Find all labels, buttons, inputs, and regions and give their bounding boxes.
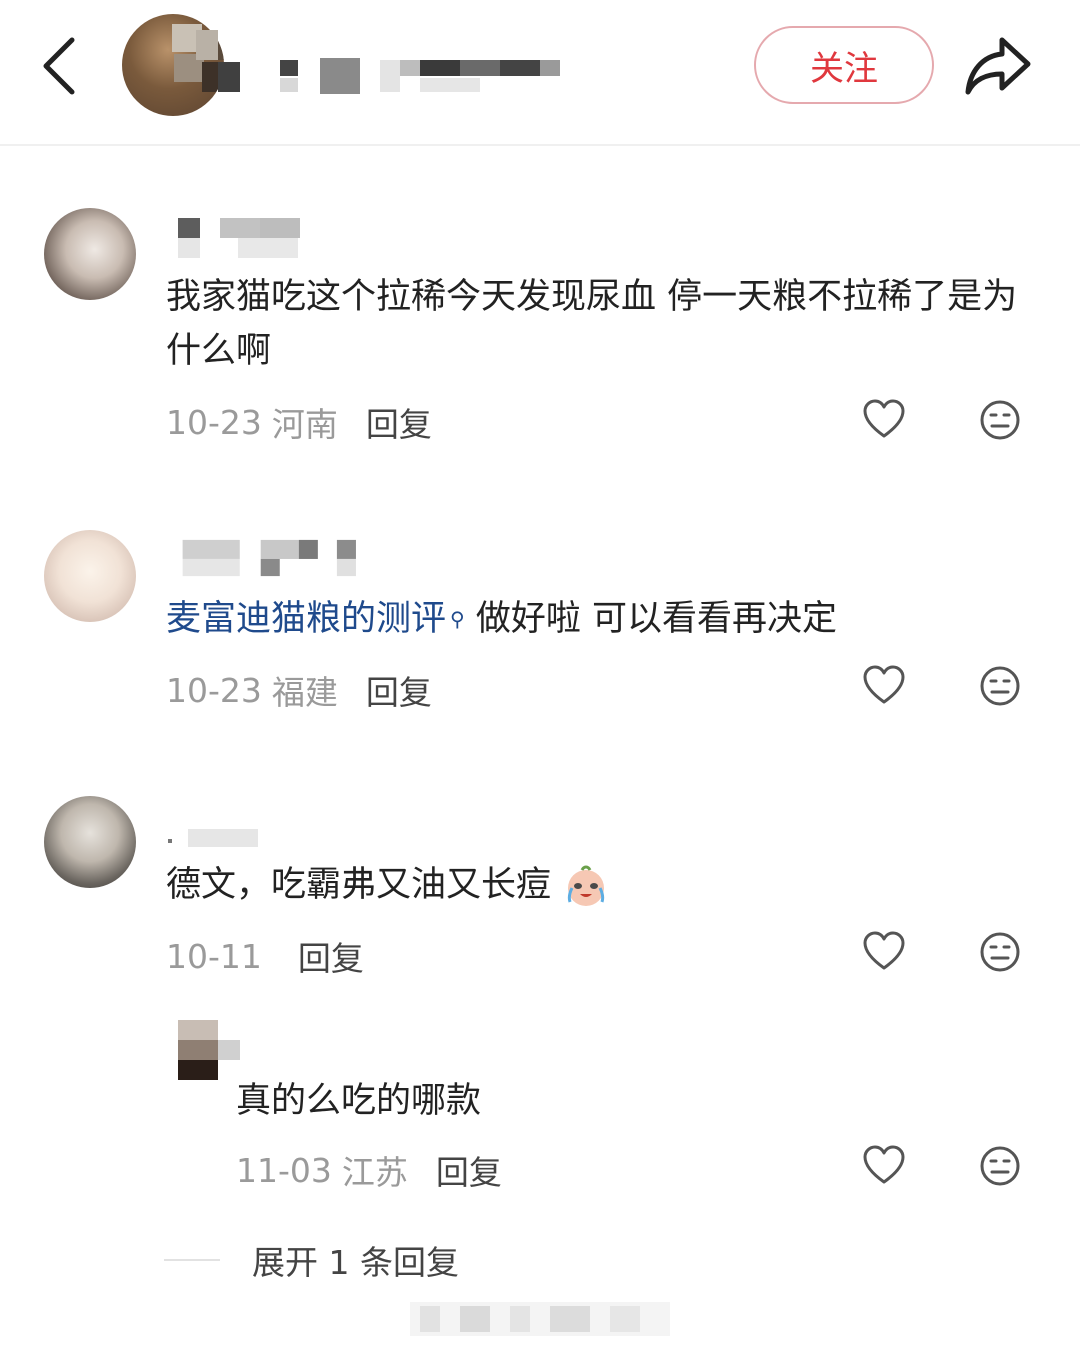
reply-button[interactable]: 回复 (366, 398, 432, 446)
sub-reply-date: 11-03 (236, 1150, 332, 1190)
comment-date: 10-23 (166, 402, 262, 442)
heart-icon[interactable] (862, 398, 906, 442)
sub-reply-meta: 11-03 江苏 回复 (236, 1146, 502, 1194)
comment-location: 福建 (271, 673, 338, 712)
reply-button[interactable]: 回复 (436, 1146, 502, 1194)
follow-button[interactable]: 关注 (754, 26, 934, 104)
top-bar: 关注 (0, 0, 1080, 146)
sub-reply-text: 真的么吃的哪款 (236, 1081, 482, 1121)
commenter-name-blur (168, 829, 258, 847)
author-name-blur (196, 30, 240, 94)
comment-date: 10-11 (166, 936, 262, 976)
watermark-blur (410, 1302, 670, 1336)
expand-replies-button[interactable]: 展开 1 条回复 (164, 1236, 459, 1284)
divider-line (164, 1259, 220, 1261)
comment-location: 河南 (271, 405, 338, 444)
heart-icon[interactable] (862, 1144, 906, 1188)
heart-icon[interactable] (862, 930, 906, 974)
crying-emoji-icon (568, 865, 605, 906)
commenter-avatar[interactable] (44, 796, 136, 888)
comment-date: 10-23 (166, 670, 262, 710)
commenter-avatar[interactable] (44, 530, 136, 622)
share-icon[interactable] (962, 32, 1034, 98)
comment-text: 德文，吃霸弗又油又长痘 (166, 858, 1046, 912)
comment-meta: 10-23 福建 回复 (166, 666, 432, 714)
commenter-name-blur (182, 539, 356, 577)
commenter-name-blur (178, 218, 300, 258)
dislike-face-icon[interactable] (978, 930, 1022, 974)
back-icon[interactable] (36, 34, 84, 98)
comment-text: 麦富迪猫粮的测评 ⚲ 做好啦 可以看看再决定 (166, 592, 1046, 646)
comment-meta: 10-23 河南 回复 (166, 398, 432, 446)
dislike-face-icon[interactable] (978, 664, 1022, 708)
comment-text: 我家猫吃这个拉稀今天发现尿血 停一天粮不拉稀了是为什么啊 (166, 277, 1018, 371)
review-link[interactable]: 麦富迪猫粮的测评 (166, 599, 446, 639)
author-name-blur (280, 58, 560, 94)
expand-replies-label: 展开 1 条回复 (252, 1243, 459, 1282)
reply-button[interactable]: 回复 (298, 932, 364, 980)
heart-icon[interactable] (862, 664, 906, 708)
commenter-avatar[interactable] (44, 208, 136, 300)
sub-reply-avatar[interactable] (178, 1020, 244, 1082)
comment-meta: 10-11 回复 (166, 932, 364, 980)
search-icon[interactable]: ⚲ (450, 607, 465, 631)
dislike-face-icon[interactable] (978, 398, 1022, 442)
sub-reply-location: 江苏 (341, 1153, 408, 1192)
reply-button[interactable]: 回复 (366, 666, 432, 714)
comment-text-rest: 做好啦 可以看看再决定 (475, 599, 837, 639)
dislike-face-icon[interactable] (978, 1144, 1022, 1188)
